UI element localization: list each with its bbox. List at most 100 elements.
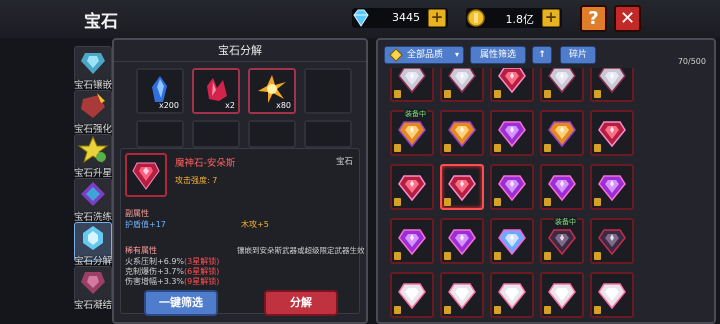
gem-slot[interactable]	[390, 272, 434, 318]
sidebar-item-enhance[interactable]: 宝石强化	[74, 90, 112, 135]
lock-icon	[494, 198, 501, 206]
gem-slot[interactable]	[590, 68, 634, 102]
close-button[interactable]: ✕	[614, 5, 641, 32]
gem-slot[interactable]	[440, 272, 484, 318]
add-diamonds-button[interactable]: +	[428, 9, 446, 27]
gem-slot[interactable]	[390, 218, 434, 264]
sidebar-item-label: 宝石洗练	[73, 212, 112, 223]
lock-icon	[594, 306, 601, 314]
gem-slot[interactable]	[490, 272, 534, 318]
gem-slot[interactable]	[540, 68, 584, 102]
decompose-panel: 宝石分解 x200 x2 x80 魔神石-安朵斯 宝石 攻击强度: 7 副属性 …	[112, 38, 368, 324]
sub-attr-value: 木攻+5	[241, 220, 269, 229]
gem-slot[interactable]	[390, 164, 434, 210]
gem-quality-icon	[389, 48, 403, 62]
star-up-icon	[77, 135, 109, 164]
lock-icon	[394, 144, 401, 152]
one-click-filter-button[interactable]: 一键筛选	[144, 290, 218, 316]
gem-slot[interactable]	[590, 218, 634, 264]
gem-grid: 装备中装备中装备中	[386, 68, 710, 324]
equipped-tag: 装备中	[404, 109, 427, 119]
gem-detail-icon-frame	[125, 153, 167, 197]
empty-material-slot[interactable]	[248, 120, 296, 148]
inventory-capacity: 70/500	[677, 57, 706, 66]
sidebar-item-label: 宝石强化	[73, 124, 112, 135]
quality-filter-dropdown[interactable]: 全部品质 ▾	[384, 46, 464, 64]
gem-slot[interactable]	[390, 68, 434, 102]
material-slot[interactable]: x80	[248, 68, 296, 114]
gem-slot[interactable]: 装备中	[540, 217, 584, 264]
lock-icon	[494, 306, 501, 314]
gem-slot[interactable]	[540, 272, 584, 318]
sort-button[interactable]: ↑	[532, 46, 552, 64]
empty-material-slot[interactable]	[304, 68, 352, 114]
rare-attr-note: 镶嵌到安朵斯武器或超级限定武器生效	[237, 246, 365, 255]
gem-slot[interactable]	[490, 218, 534, 264]
add-gold-button[interactable]: +	[542, 9, 560, 27]
material-count: x2	[225, 101, 235, 110]
gem-enhance-icon	[81, 93, 105, 118]
lock-icon	[444, 198, 451, 206]
lock-icon	[444, 90, 451, 98]
gem-slot[interactable]	[590, 110, 634, 156]
empty-material-slot[interactable]	[136, 120, 184, 148]
chevron-down-icon: ▾	[454, 50, 459, 59]
gem-type: 宝石	[335, 157, 353, 167]
lock-icon	[544, 252, 551, 260]
lock-icon	[444, 306, 451, 314]
lock-icon	[594, 90, 601, 98]
gem-decompose-icon	[83, 226, 103, 250]
sidebar-item-inlay[interactable]: 宝石镶嵌	[74, 46, 112, 91]
material-count: x80	[276, 101, 291, 110]
decompose-button[interactable]: 分解	[264, 290, 338, 316]
gem-slot[interactable]	[540, 110, 584, 156]
gem-slot[interactable]	[440, 164, 484, 210]
gem-slot[interactable]: 装备中	[390, 109, 434, 156]
lock-icon	[444, 252, 451, 260]
lock-icon	[594, 144, 601, 152]
lock-icon	[394, 198, 401, 206]
gold-coin-icon	[467, 9, 485, 27]
lock-icon	[544, 306, 551, 314]
lock-icon	[394, 252, 401, 260]
help-button[interactable]: ?	[580, 5, 607, 32]
gem-inlay-icon	[81, 53, 105, 74]
gem-slot[interactable]	[590, 272, 634, 318]
sidebar-item-star-up[interactable]: 宝石升星	[74, 134, 112, 179]
sidebar-item-label: 宝石凝结	[73, 300, 112, 311]
empty-material-slot[interactable]	[192, 120, 240, 148]
lock-icon	[394, 306, 401, 314]
red-crystal-icon	[207, 78, 227, 101]
diamond-icon	[353, 9, 369, 27]
decompose-panel-title: 宝石分解	[114, 40, 366, 62]
gem-slot[interactable]	[490, 110, 534, 156]
gem-slot[interactable]	[590, 164, 634, 210]
gem-inventory-panel: 全部品质 ▾ 属性筛选 ↑ 碎片 70/500 装备中装备中装备中	[376, 38, 716, 324]
sidebar-item-label: 宝石升星	[73, 168, 112, 179]
sidebar-item-condense[interactable]: 宝石凝结	[74, 266, 112, 311]
lock-icon	[494, 144, 501, 152]
diamond-counter: 3445 +	[352, 8, 448, 28]
sidebar-item-refine[interactable]: 宝石洗练	[74, 178, 112, 223]
lock-icon	[544, 144, 551, 152]
lock-icon	[594, 198, 601, 206]
gem-slot[interactable]	[540, 164, 584, 210]
lock-icon	[494, 252, 501, 260]
attribute-filter-button[interactable]: 属性筛选	[470, 46, 526, 64]
page-title: 宝石	[84, 12, 118, 32]
sidebar-item-decompose[interactable]: 宝石分解	[74, 222, 112, 267]
material-slot[interactable]: x2	[192, 68, 240, 114]
fragment-button[interactable]: 碎片	[560, 46, 596, 64]
empty-material-slot[interactable]	[304, 120, 352, 148]
lock-icon	[494, 90, 501, 98]
rare-attr-title: 稀有属性	[125, 246, 157, 255]
material-slot[interactable]: x200	[136, 68, 184, 114]
gem-slot[interactable]: 装备中	[440, 68, 484, 102]
gem-attack: 攻击强度: 7	[175, 176, 218, 185]
gem-slot[interactable]	[490, 164, 534, 210]
red-gem-icon	[132, 162, 160, 190]
sidebar-item-label: 宝石镶嵌	[73, 80, 112, 91]
gem-slot[interactable]	[490, 68, 534, 102]
gem-slot[interactable]	[440, 110, 484, 156]
gem-slot[interactable]	[440, 218, 484, 264]
